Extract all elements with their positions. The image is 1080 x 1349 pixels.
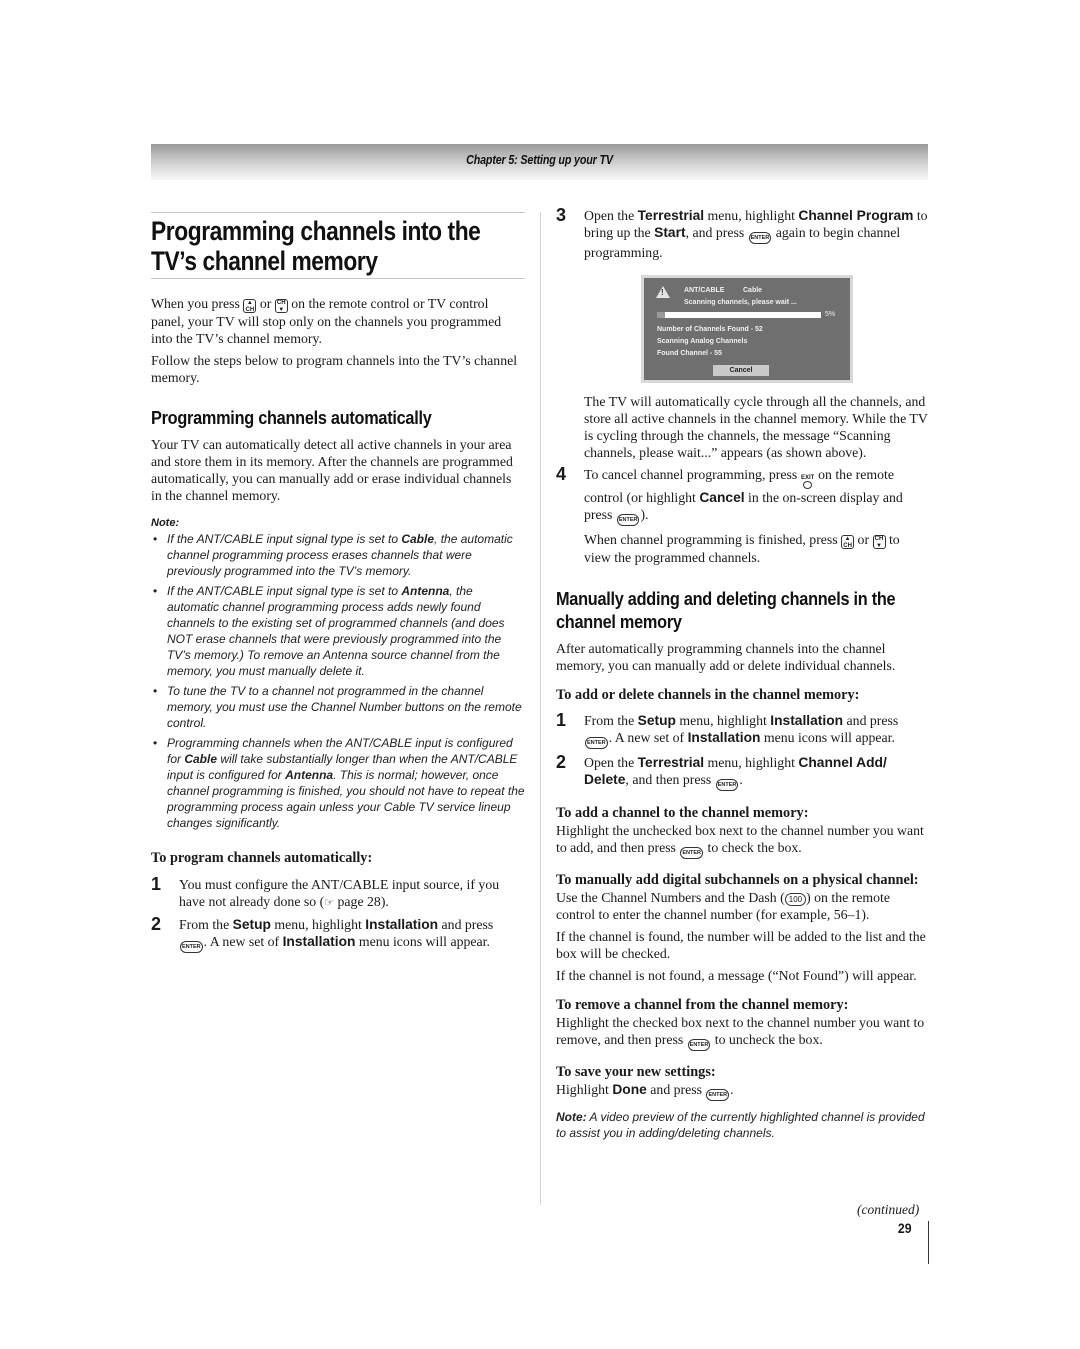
scan-progress-bar — [657, 312, 821, 318]
found-channel: Found Channel - 55 — [657, 350, 722, 357]
subheading-save-settings: To save your new settings: — [556, 1064, 716, 1080]
enter-key-icon: ENTER — [748, 232, 772, 244]
enter-key-icon: ENTER — [616, 514, 640, 526]
enter-key-icon: ENTER — [687, 1039, 711, 1051]
cancel-button[interactable]: Cancel — [713, 365, 769, 376]
procedure-heading: To program channels automatically: — [151, 850, 373, 866]
enter-key-icon: ENTER — [680, 847, 704, 859]
subheading-subchannels: To manually add digital subchannels on a… — [556, 872, 919, 888]
page-reference-icon: ☞ — [324, 896, 335, 909]
continued-label: (continued) — [857, 1202, 920, 1217]
subheading-remove-channel: To remove a channel from the channel mem… — [556, 997, 849, 1013]
step-3: 3 Open the Terrestrial menu, highlight C… — [556, 205, 928, 260]
subheading-add-channel: To add a channel to the channel memory: — [556, 805, 809, 821]
page-number: 29 — [897, 1220, 912, 1236]
add-channel-body: Highlight the unchecked box next to the … — [556, 822, 928, 859]
enter-key-icon: ENTER — [180, 941, 203, 953]
after-dialog-paragraph: The TV will automatically cycle through … — [584, 394, 928, 460]
channel-down-key-icon: CH ▼ — [872, 535, 886, 549]
scan-phase: Scanning Analog Channels — [657, 338, 748, 345]
subchannels-body-3: If the channel is not found, a message (… — [556, 968, 917, 983]
note-item: • To tune the TV to a channel not program… — [153, 684, 522, 730]
step-2: 2 From the Setup menu, highlight Install… — [151, 914, 525, 953]
chapter-header-bar: Chapter 5: Setting up your TV — [151, 144, 928, 180]
dash-key-icon: 100 — [784, 893, 807, 906]
manual-step-1: 1 From the Setup menu, highlight Install… — [556, 710, 928, 749]
manual-step-2: 2 Open the Terrestrial menu, highlight C… — [556, 752, 928, 791]
channel-down-key-icon: CH ▼ — [274, 299, 288, 313]
step-4: 4 To cancel channel programming, press E… — [556, 464, 903, 565]
left-column: Programming channels into the TV’s chann… — [151, 212, 525, 958]
intro-paragraph-1: When you press ▲ CH or CH ▼ on the remote … — [151, 296, 502, 346]
warning-icon — [656, 286, 670, 298]
channels-found-count: Number of Channels Found - 52 — [657, 326, 763, 333]
section-heading-automatic: Programming channels automatically — [151, 407, 432, 428]
remove-channel-body: Highlight the checked box next to the ch… — [556, 1014, 928, 1051]
scan-progress-fill — [657, 312, 666, 318]
manual-body: After automatically programming channels… — [556, 641, 896, 673]
preview-note: Note: A video preview of the currently h… — [556, 1110, 925, 1140]
note-item: • If the ANT/CABLE input signal type is s… — [153, 584, 505, 678]
page-title: Programming channels into the TV’s chann… — [151, 216, 481, 276]
enter-key-icon: ENTER — [715, 779, 739, 791]
column-divider — [540, 212, 541, 1205]
input-label: ANT/CABLE — [684, 287, 725, 294]
save-settings-body: Highlight Done and press ENTER. — [556, 1081, 928, 1101]
scanning-dialog: ANT/CABLE Cable Scanning channels, pleas… — [644, 278, 850, 380]
note-item: • Programming channels when the ANT/CABLE… — [153, 736, 525, 830]
subheading-add-delete: To add or delete channels in the channel… — [556, 687, 860, 703]
enter-key-icon: ENTER — [706, 1089, 730, 1101]
channel-up-key-icon: ▲ CH — [841, 535, 855, 549]
note-label: Note: — [151, 517, 180, 529]
scanning-dialog-screenshot: ANT/CABLE Cable Scanning channels, pleas… — [641, 275, 853, 383]
exit-key-icon: EXIT — [801, 475, 815, 489]
note-list: • If the ANT/CABLE input signal type is s… — [151, 531, 525, 831]
subchannels-body-2: If the channel is found, the number will… — [556, 929, 926, 961]
page-number-rule — [928, 1221, 929, 1264]
scan-progress-label: 5% — [825, 311, 836, 318]
intro-paragraph-2: Follow the steps below to program channe… — [151, 353, 518, 385]
channel-up-key-icon: ▲ CH — [243, 299, 257, 313]
automatic-body: Your TV can automatically detect all act… — [151, 437, 513, 503]
section-heading-manual: Manually adding and deleting channels in… — [556, 588, 896, 632]
chapter-title: Chapter 5: Setting up your TV — [466, 153, 613, 167]
subchannels-body-1: Use the Channel Numbers and the Dash (10… — [556, 890, 891, 922]
enter-key-icon: ENTER — [585, 737, 608, 749]
step-1: 1 You must configure the ANT/CABLE input… — [151, 874, 500, 909]
input-value: Cable — [743, 287, 763, 294]
note-item: • If the ANT/CABLE input signal type is s… — [153, 532, 513, 578]
scan-status: Scanning channels, please wait ... — [684, 299, 797, 306]
right-column: 3 Open the Terrestrial menu, highlight C… — [556, 205, 928, 1141]
